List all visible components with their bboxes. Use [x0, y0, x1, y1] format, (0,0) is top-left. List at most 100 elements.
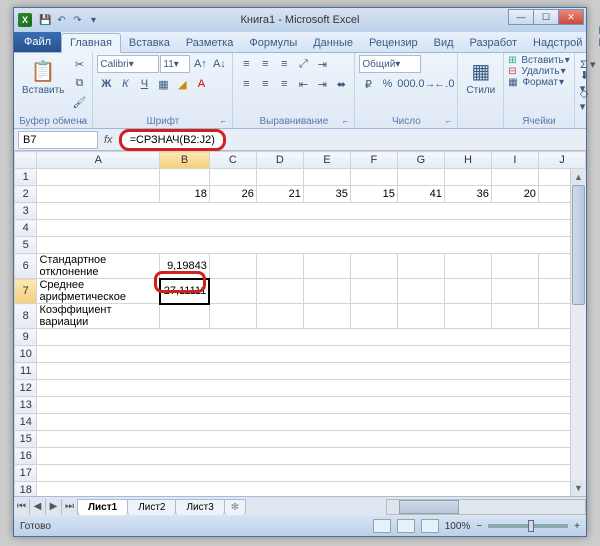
percent-button[interactable]: % [378, 75, 396, 93]
font-size-combo[interactable]: 11 ▾ [160, 55, 190, 73]
row-header[interactable]: 14 [15, 414, 37, 431]
tab-foxit[interactable]: Foxit PDF [590, 22, 600, 52]
col-header-C[interactable]: C [209, 152, 256, 169]
col-header-F[interactable]: F [350, 152, 397, 169]
copy-button[interactable]: ⧉ [70, 74, 88, 92]
col-header-G[interactable]: G [397, 152, 444, 169]
align-middle-button[interactable]: ≡ [256, 55, 274, 73]
formula-input[interactable]: =СРЗНАЧ(B2:J2) [119, 131, 582, 149]
qat-more-icon[interactable]: ▾ [87, 14, 100, 27]
row-header[interactable]: 13 [15, 397, 37, 414]
new-sheet-button[interactable]: ✻ [224, 499, 246, 515]
col-header-E[interactable]: E [303, 152, 350, 169]
view-layout-button[interactable] [397, 519, 415, 533]
tab-review[interactable]: Рецензир [361, 34, 426, 52]
align-top-button[interactable]: ≡ [237, 55, 255, 73]
view-pagebreak-button[interactable] [421, 519, 439, 533]
font-dialog-icon[interactable]: ⌐ [218, 117, 228, 127]
sheet-nav-last-icon[interactable]: ⏭ [62, 499, 78, 515]
zoom-in-button[interactable]: + [574, 521, 580, 532]
align-bottom-button[interactable]: ≡ [275, 55, 293, 73]
zoom-level[interactable]: 100% [445, 521, 471, 532]
row-header[interactable]: 18 [15, 482, 37, 497]
row-header[interactable]: 5 [15, 237, 37, 254]
currency-button[interactable]: ₽ [359, 75, 377, 93]
cell[interactable]: 15 [350, 186, 397, 203]
cell[interactable]: Коэффициент вариации [37, 304, 160, 329]
scroll-up-icon[interactable]: ▲ [571, 169, 586, 185]
row-header[interactable]: 16 [15, 448, 37, 465]
tab-insert[interactable]: Вставка [121, 34, 178, 52]
col-header-A[interactable]: A [37, 152, 160, 169]
active-cell[interactable]: 27,11111 [160, 279, 210, 304]
wrap-text-button[interactable]: ⇥ [313, 55, 331, 73]
col-header-B[interactable]: B [160, 152, 210, 169]
cell[interactable]: Среднее арифметическое [37, 279, 160, 304]
cell[interactable]: 21 [256, 186, 303, 203]
select-all-corner[interactable] [15, 152, 37, 169]
align-right-button[interactable]: ≡ [275, 75, 293, 93]
sheet-nav-prev-icon[interactable]: ◀ [30, 499, 46, 515]
cell[interactable]: 26 [209, 186, 256, 203]
sheet-tab[interactable]: Лист1 [77, 499, 128, 515]
align-center-button[interactable]: ≡ [256, 75, 274, 93]
fill-color-button[interactable]: ◢ [173, 75, 191, 93]
sheet-nav-next-icon[interactable]: ▶ [46, 499, 62, 515]
tab-formulas[interactable]: Формулы [241, 34, 305, 52]
shrink-font-button[interactable]: A↓ [210, 55, 228, 73]
tab-addins[interactable]: Надстрой [525, 34, 590, 52]
col-header-J[interactable]: J [538, 152, 585, 169]
sheet-nav-first-icon[interactable]: ⏮ [14, 499, 30, 515]
row-header[interactable]: 15 [15, 431, 37, 448]
cell[interactable]: 18 [160, 186, 210, 203]
font-name-combo[interactable]: Calibri ▾ [97, 55, 159, 73]
sheet-tab[interactable]: Лист3 [175, 499, 224, 515]
sheet-tab[interactable]: Лист2 [127, 499, 176, 515]
clipboard-dialog-icon[interactable]: ⌐ [78, 117, 88, 127]
comma-button[interactable]: 000 [397, 75, 415, 93]
redo-icon[interactable]: ↷ [71, 14, 84, 27]
bold-button[interactable]: Ж [97, 75, 115, 93]
close-button[interactable]: ✕ [558, 9, 584, 25]
zoom-slider[interactable] [488, 524, 568, 528]
orientation-button[interactable]: ⤢ [294, 55, 312, 73]
tab-view[interactable]: Вид [426, 34, 462, 52]
row-header[interactable]: 1 [15, 169, 37, 186]
format-painter-button[interactable]: 🖌 [70, 93, 88, 111]
font-color-button[interactable]: A [192, 75, 210, 93]
row-header[interactable]: 8 [15, 304, 37, 329]
row-header[interactable]: 6 [15, 254, 37, 279]
grow-font-button[interactable]: A↑ [191, 55, 209, 73]
indent-inc-button[interactable]: ⇥ [313, 75, 331, 93]
col-header-H[interactable]: H [444, 152, 491, 169]
scroll-down-icon[interactable]: ▼ [571, 480, 586, 496]
cells-format-button[interactable]: ▦ Формат ▾ [508, 77, 564, 88]
cell[interactable]: 20 [491, 186, 538, 203]
cell[interactable]: 41 [397, 186, 444, 203]
cells-delete-button[interactable]: ⊟ Удалить ▾ [508, 66, 565, 77]
tab-layout[interactable]: Разметка [178, 34, 242, 52]
row-header[interactable]: 10 [15, 346, 37, 363]
number-dialog-icon[interactable]: ⌐ [443, 117, 453, 127]
row-header[interactable]: 2 [15, 186, 37, 203]
cells-insert-button[interactable]: ⊞ Вставить ▾ [508, 55, 570, 66]
fx-icon[interactable]: fx [102, 134, 115, 146]
scroll-thumb[interactable] [399, 500, 459, 514]
row-header[interactable]: 7 [15, 279, 37, 304]
cell[interactable]: Стандартное отклонение [37, 254, 160, 279]
tab-data[interactable]: Данные [305, 34, 361, 52]
clear-button[interactable]: ◇ ▾ [579, 91, 597, 109]
number-format-combo[interactable]: Общий ▾ [359, 55, 421, 73]
worksheet-grid[interactable]: A B C D E F G H I J 1 2 18 26 21 35 15 4… [14, 151, 586, 496]
border-button[interactable]: ▦ [154, 75, 172, 93]
styles-button[interactable]: ▦ Стили [462, 55, 499, 98]
zoom-out-button[interactable]: − [476, 521, 482, 532]
align-left-button[interactable]: ≡ [237, 75, 255, 93]
vertical-scrollbar[interactable]: ▲ ▼ [570, 169, 586, 496]
alignment-dialog-icon[interactable]: ⌐ [340, 117, 350, 127]
tab-developer[interactable]: Разработ [462, 34, 525, 52]
row-header[interactable]: 12 [15, 380, 37, 397]
row-header[interactable]: 4 [15, 220, 37, 237]
name-box[interactable]: B7 [18, 131, 98, 149]
merge-button[interactable]: ⬌ [332, 75, 350, 93]
